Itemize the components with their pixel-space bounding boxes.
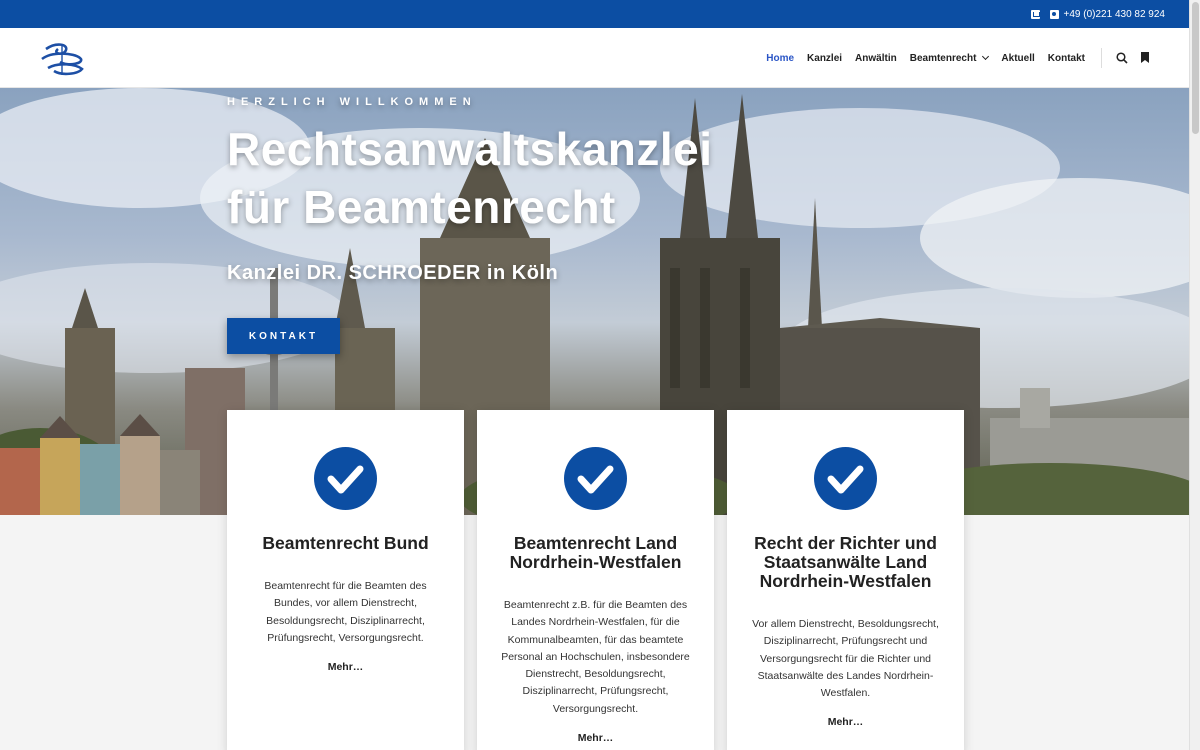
card-text-line: Vor allem Dienstrecht, Besoldungsrecht,: [752, 618, 939, 630]
mail-icon[interactable]: [1030, 9, 1040, 19]
card-text-line: Besoldungsrecht, Disziplinarrecht,: [266, 614, 425, 627]
site-header: Home Kanzlei Anwältin Beamtenrecht Aktue…: [0, 28, 1189, 88]
checkmark-circle-icon: [814, 447, 877, 510]
hero-text: HERZLICH WILLKOMMEN Rechtsanwaltskanzlei…: [227, 96, 713, 285]
card-text-line: Bundes, vor allem Dienstrecht,: [274, 597, 417, 610]
card-text-line: Versorgungsrecht für die Richter und: [759, 652, 931, 665]
hero-subtitle: Kanzlei DR. SCHROEDER in Köln: [227, 262, 559, 284]
card-text-line: Staatsanwälte des Landes Nordrhein-: [757, 669, 934, 682]
kontakt-button[interactable]: KONTAKT: [227, 318, 340, 354]
search-icon[interactable]: [1116, 52, 1128, 64]
card-text-line: Prüfungsrecht, Versorgungsrecht.: [267, 631, 424, 644]
bookmark-icon[interactable]: [1141, 52, 1149, 63]
card-title-line: Staatsanwälte Land: [763, 552, 928, 572]
card-title-line: Nordrhein-Westfalen: [509, 552, 682, 572]
card-more-link[interactable]: Mehr…: [477, 732, 714, 744]
main-nav: Home Kanzlei Anwältin Beamtenrecht Aktue…: [766, 28, 1085, 88]
kanzlei-logo[interactable]: [38, 40, 90, 78]
card-title: Recht der Richter und Staatsanwälte Land…: [742, 534, 949, 591]
header-divider: [1101, 48, 1102, 68]
checkmark-circle-icon: [564, 447, 627, 510]
card-more-link[interactable]: Mehr…: [727, 716, 964, 728]
card-text-line: Versorgungsrecht.: [552, 702, 639, 715]
card-title-line: Beamtenrecht Bund: [262, 533, 429, 553]
card-text: Beamtenrecht für die Beamten des Bundes,…: [249, 578, 442, 647]
card-richter-staatsanwaelte-nrw: Recht der Richter und Staatsanwälte Land…: [727, 410, 964, 750]
card-text-line: Beamtenrecht z.B. für die Beamten des: [503, 599, 688, 611]
nav-beamtenrecht[interactable]: Beamtenrecht: [909, 52, 990, 64]
card-title-line: Nordrhein-Westfalen: [759, 571, 932, 591]
checkmark-circle-icon: [314, 447, 377, 510]
card-title-line: Beamtenrecht Land: [513, 533, 678, 553]
card-title-line: Recht der Richter und: [754, 533, 937, 553]
nav-kontakt[interactable]: Kontakt: [1048, 53, 1085, 64]
card-title: Beamtenrecht Land Nordrhein-Westfalen: [492, 534, 699, 572]
hero-kicker: HERZLICH WILLKOMMEN: [227, 96, 477, 108]
nav-aktuell[interactable]: Aktuell: [1001, 53, 1034, 64]
card-text-line: Dienstrecht, Besoldungsrecht,: [525, 668, 666, 681]
hero-title: Rechtsanwaltskanzlei für Beamtenrecht: [227, 120, 713, 236]
card-text: Vor allem Dienstrecht, Besoldungsrecht, …: [749, 616, 942, 702]
card-more-link[interactable]: Mehr…: [227, 661, 464, 673]
phone-icon: [1049, 9, 1059, 19]
top-bar: +49 (0)221 430 82 924: [0, 0, 1189, 28]
hero-title-line-2: für Beamtenrecht: [227, 181, 616, 233]
chevron-down-icon: [982, 52, 990, 61]
card-text-line: Disziplinarrecht, Prüfungsrecht,: [522, 685, 669, 698]
card-text: Beamtenrecht z.B. für die Beamten des La…: [499, 597, 692, 718]
page-scrollbar[interactable]: [1189, 0, 1200, 750]
card-text-line: Landes Nordrhein-Westfalen, für die: [511, 616, 680, 629]
card-title: Beamtenrecht Bund: [242, 534, 449, 553]
card-text-line: Personal an Hochschulen, insbesondere: [501, 650, 690, 663]
nav-beamtenrecht-label: Beamtenrecht: [909, 52, 977, 64]
card-beamtenrecht-bund: Beamtenrecht Bund Beamtenrecht für die B…: [227, 410, 464, 750]
nav-anwaeltin[interactable]: Anwältin: [855, 53, 897, 64]
nav-kanzlei[interactable]: Kanzlei: [807, 53, 842, 64]
phone-link[interactable]: +49 (0)221 430 82 924: [1049, 8, 1165, 20]
card-beamtenrecht-land-nrw: Beamtenrecht Land Nordrhein-Westfalen Be…: [477, 410, 714, 750]
card-text-line: Kommunalbeamten, für das beamtete: [507, 633, 684, 646]
phone-number: +49 (0)221 430 82 924: [1063, 8, 1165, 20]
card-text-line: Disziplinarrecht, Prüfungsrecht und: [763, 635, 928, 648]
top-bar-contact: +49 (0)221 430 82 924: [1030, 0, 1165, 28]
card-text-line: Westfalen.: [820, 687, 871, 700]
scrollbar-thumb[interactable]: [1192, 2, 1199, 134]
hero-title-line-1: Rechtsanwaltskanzlei: [227, 123, 713, 175]
card-text-line: Beamtenrecht für die Beamten des: [264, 580, 427, 592]
nav-home[interactable]: Home: [766, 53, 794, 64]
